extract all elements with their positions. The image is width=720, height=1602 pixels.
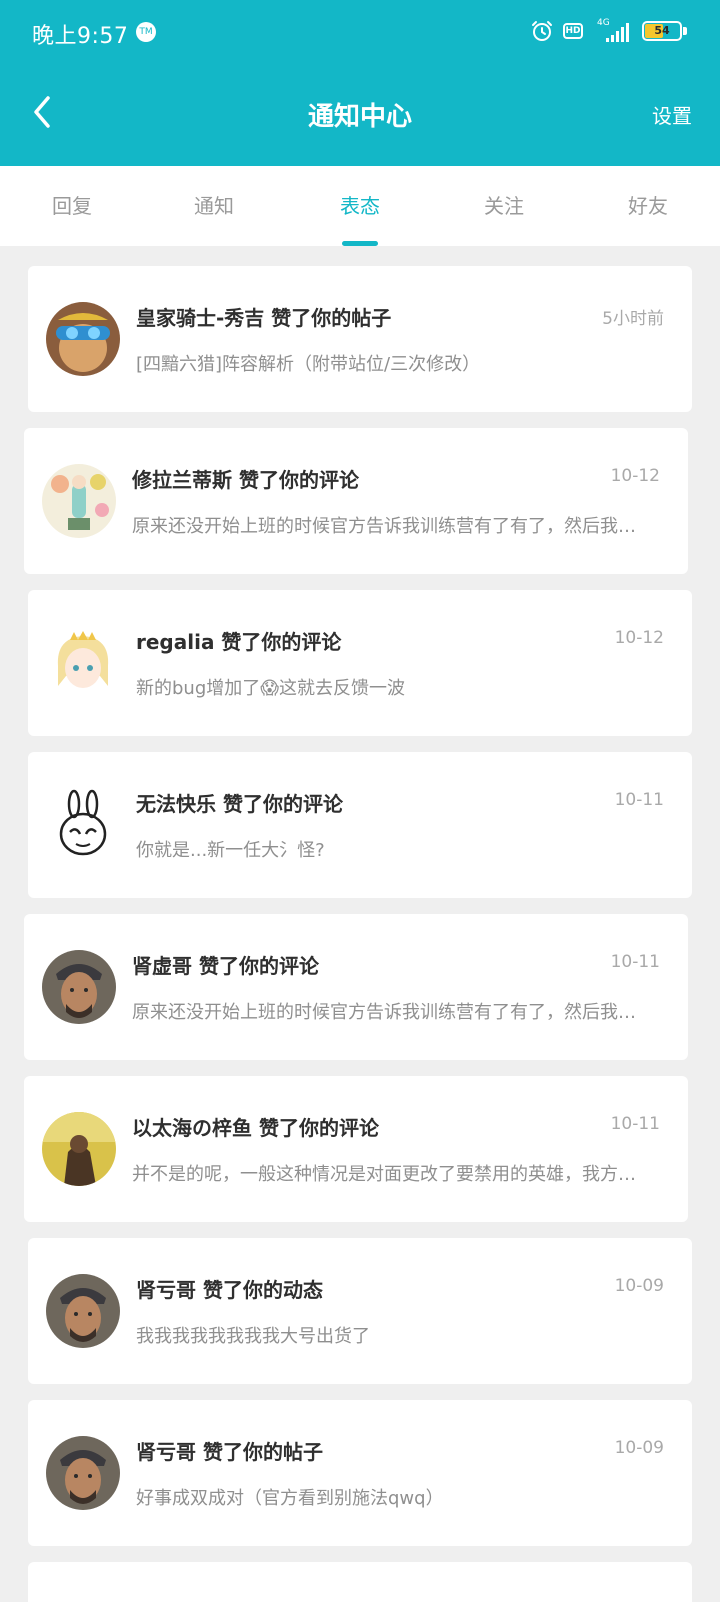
tab-replies[interactable]: 回复 (0, 166, 144, 246)
avatar[interactable] (46, 1274, 120, 1348)
avatar[interactable] (46, 626, 120, 700)
tab-label: 通知 (194, 194, 234, 218)
notification-item[interactable]: 无法快乐 赞了你的评论 10-11 你就是...新一任大氵怪? (28, 752, 692, 898)
avatar[interactable] (46, 302, 120, 376)
notification-preview: 原来还没开始上班的时候官方告诉我训练营有了有了，然后我… (132, 1002, 636, 1023)
back-arrow-icon[interactable] (22, 90, 66, 134)
notification-item[interactable]: 肾虚哥 赞了你的评论 10-11 原来还没开始上班的时候官方告诉我训练营有了有了… (24, 914, 688, 1060)
avatar[interactable] (46, 788, 120, 862)
signal-strength-icon (606, 23, 629, 42)
notification-time: 10-12 (610, 466, 660, 486)
notification-preview: 好事成双成对（官方看到别施法qwq） (136, 1488, 444, 1509)
goggles-character-avatar-icon (46, 302, 120, 376)
notification-title: 肾亏哥 赞了你的帖子 (136, 1440, 323, 1464)
notification-time: 10-11 (610, 1114, 660, 1134)
nav-bar: 通知中心 设置 (0, 66, 720, 166)
status-time: 晚上9:57 (32, 24, 129, 49)
man-portrait-avatar-icon (46, 1274, 120, 1348)
notification-time: 10-09 (614, 1276, 664, 1296)
app-header: 晚上9:57 TM HD 4G 54 通知中心 设置 (0, 0, 720, 166)
battery-level: 54 (654, 24, 670, 37)
tab-friends[interactable]: 好友 (576, 166, 720, 246)
tab-label: 表态 (340, 194, 380, 218)
notification-time: 10-11 (610, 952, 660, 972)
yellow-photo-avatar-icon (42, 1112, 116, 1186)
notification-item[interactable]: 肾亏哥 赞了你的帖子 10-09 好事成双成对（官方看到别施法qwq） (28, 1400, 692, 1546)
avatar[interactable] (42, 950, 116, 1024)
notification-preview: 并不是的呢，一般这种情况是对面更改了要禁用的英雄，我方… (132, 1164, 636, 1185)
notification-item[interactable]: regalia 赞了你的评论 10-12 新的bug增加了😱这就去反馈一波 (28, 590, 692, 736)
tab-label: 关注 (484, 194, 524, 218)
avatar[interactable] (42, 1112, 116, 1186)
alarm-clock-icon (532, 21, 552, 41)
notification-item[interactable]: 皇家骑士-秀吉 赞了你的帖子 5小时前 [四黯六猎]阵容解析（附带站位/三次修改… (28, 266, 692, 412)
tab-bar: 回复 通知 表态 关注 好友 (0, 166, 720, 246)
notification-preview: 新的bug增加了😱这就去反馈一波 (136, 678, 406, 699)
battery-icon: 54 (642, 21, 682, 41)
floral-character-avatar-icon (42, 464, 116, 538)
notification-title: 无法快乐 赞了你的评论 (136, 792, 343, 816)
notification-preview: 你就是...新一任大氵怪? (136, 840, 325, 861)
notification-item[interactable]: 肾亏哥 赞了你的动态 10-09 我我我我我我我我大号出货了 (28, 1238, 692, 1384)
notification-time: 5小时前 (602, 309, 664, 329)
notification-item[interactable]: 以太海の梓鱼 赞了你的评论 10-11 并不是的呢，一般这种情况是对面更改了要禁… (24, 1076, 688, 1222)
rabbit-sketch-avatar-icon (46, 788, 120, 862)
notification-title: 皇家骑士-秀吉 赞了你的帖子 (136, 306, 392, 330)
status-bar: 晚上9:57 TM HD 4G 54 (0, 0, 720, 66)
notification-time: 10-11 (614, 790, 664, 810)
notification-preview: [四黯六猎]阵容解析（附带站位/三次修改） (136, 354, 481, 375)
battery-terminal (683, 27, 687, 35)
tab-follows[interactable]: 关注 (432, 166, 576, 246)
notification-title: 修拉兰蒂斯 赞了你的评论 (132, 468, 359, 492)
notification-title: 肾亏哥 赞了你的动态 (136, 1278, 323, 1302)
notification-title: 肾虚哥 赞了你的评论 (132, 954, 319, 978)
man-portrait-avatar-icon (46, 1436, 120, 1510)
notification-time: 10-12 (614, 628, 664, 648)
notification-time: 10-09 (614, 1438, 664, 1458)
avatar[interactable] (42, 464, 116, 538)
tab-label: 好友 (628, 194, 668, 218)
notification-title: 以太海の梓鱼 赞了你的评论 (132, 1116, 379, 1140)
notification-preview: 原来还没开始上班的时候官方告诉我训练营有了有了，然后我… (132, 516, 636, 537)
active-tab-indicator (342, 241, 378, 246)
man-portrait-avatar-icon (42, 950, 116, 1024)
notification-preview: 我我我我我我我我大号出货了 (136, 1326, 370, 1347)
anime-girl-avatar-icon (46, 626, 120, 700)
notification-item-partial[interactable] (28, 1562, 692, 1602)
hd-icon: HD (563, 23, 583, 39)
page-title: 通知中心 (307, 102, 412, 132)
tab-reactions[interactable]: 表态 (288, 166, 432, 246)
notification-badge-icon: TM (136, 22, 156, 42)
notification-title: regalia 赞了你的评论 (136, 630, 342, 654)
settings-button[interactable]: 设置 (652, 100, 692, 129)
tab-label: 回复 (52, 194, 92, 218)
avatar[interactable] (46, 1436, 120, 1510)
tab-notices[interactable]: 通知 (142, 166, 286, 246)
notification-item[interactable]: 修拉兰蒂斯 赞了你的评论 10-12 原来还没开始上班的时候官方告诉我训练营有了… (24, 428, 688, 574)
